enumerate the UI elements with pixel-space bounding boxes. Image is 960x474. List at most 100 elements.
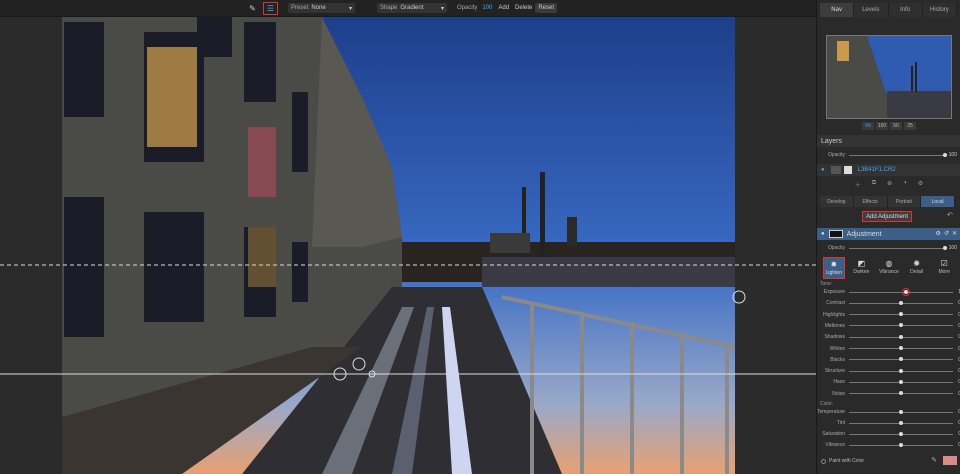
brush-label: Lighten	[825, 270, 842, 276]
adjustment-opacity-slider[interactable]	[849, 245, 947, 250]
tint-slider[interactable]	[849, 420, 953, 425]
slider-label: Temperature	[817, 409, 846, 415]
slider-value: 0	[958, 431, 960, 437]
tab-history[interactable]: History	[922, 3, 957, 17]
brush-label: Darken	[853, 269, 870, 275]
mask-layer-icon[interactable]: ◑	[903, 180, 907, 190]
slider-knob[interactable]	[899, 391, 903, 396]
canvas-area[interactable]	[0, 17, 816, 474]
gradient-tool-icon[interactable]: ☰	[263, 1, 278, 15]
slider-row-noise: Noise 0	[817, 389, 960, 399]
contrast-slider[interactable]	[849, 300, 953, 305]
shadows-slider[interactable]	[849, 334, 953, 339]
slider-knob[interactable]	[899, 300, 903, 305]
add-adjustment-button[interactable]: Add Adjustment	[862, 211, 912, 222]
brush-tool-icon[interactable]: ✎	[245, 2, 260, 15]
preset-label: Preset	[291, 5, 309, 11]
tab-local[interactable]: Local	[921, 196, 955, 207]
brush-presets: ✹ Lighten ◩ Darken ◍ Vibrance ✺ Detail ☑ More	[817, 257, 960, 279]
zoom-100-button[interactable]: 100	[876, 122, 888, 130]
slider-knob[interactable]	[899, 368, 903, 373]
undo-icon[interactable]: ↶	[947, 211, 953, 219]
settings-gear-icon[interactable]: ⚙	[936, 230, 941, 237]
slider-knob[interactable]	[899, 312, 903, 317]
slider-knob[interactable]	[943, 152, 947, 157]
slider-knob[interactable]	[899, 442, 903, 447]
temperature-slider[interactable]	[849, 409, 953, 414]
preset-value: None	[311, 5, 326, 11]
gradient-overlay[interactable]	[0, 17, 816, 474]
brush-label: Vibrance	[879, 269, 899, 275]
slider-knob[interactable]	[943, 245, 947, 250]
opacity-control[interactable]: Opacity 100	[457, 5, 495, 11]
close-icon[interactable]: ✕	[952, 230, 957, 237]
slider-knob[interactable]	[899, 334, 903, 339]
zoom-fit-button[interactable]: Fit	[862, 122, 874, 130]
paint-with-color-radio[interactable]	[821, 458, 826, 464]
slider-row-shadows: Shadows 0	[817, 332, 960, 342]
slider-knob[interactable]	[899, 420, 903, 425]
opacity-value[interactable]: 100	[482, 5, 492, 11]
tab-nav[interactable]: Nav	[820, 3, 855, 17]
slider-label: Exposure	[823, 289, 845, 295]
add-layer-icon[interactable]: ＋	[855, 180, 861, 190]
layer-name: L3B41F1.CR2	[857, 167, 896, 173]
layers-header[interactable]: Layers	[817, 135, 960, 147]
zoom-25-button[interactable]: 25	[904, 122, 916, 130]
zoom-50-button[interactable]: 50	[890, 122, 902, 130]
noise-slider[interactable]	[849, 391, 953, 396]
slider-knob[interactable]	[902, 287, 911, 296]
slider-value: 0	[958, 345, 960, 352]
midtones-slider[interactable]	[849, 323, 953, 328]
slider-knob[interactable]	[899, 357, 903, 362]
blacks-slider[interactable]	[849, 357, 953, 362]
slider-knob[interactable]	[899, 346, 903, 350]
layers-opacity-slider[interactable]	[849, 152, 947, 157]
tab-effects[interactable]: Effects	[853, 196, 888, 207]
right-panel: Nav Levels Info History Fit 100 50 25 Layers O…	[816, 0, 960, 474]
vibrance-slider[interactable]	[849, 442, 953, 447]
navigator-thumbnail[interactable]	[826, 35, 952, 119]
reset-icon[interactable]: ↺	[944, 230, 949, 237]
haze-slider[interactable]	[849, 379, 953, 384]
slider-knob[interactable]	[899, 431, 903, 436]
slider-label: Haze	[833, 379, 845, 386]
paint-with-color-row[interactable]: Paint with Color ✎	[817, 455, 960, 467]
visibility-icon[interactable]: ●	[821, 231, 825, 237]
brush-lighten[interactable]: ✹ Lighten	[822, 257, 845, 279]
color-swatch[interactable]	[943, 456, 957, 465]
visibility-icon[interactable]: ●	[821, 167, 825, 173]
preset-select[interactable]: Preset None ▾	[288, 3, 355, 13]
layer-item[interactable]: ● L3B41F1.CR2	[817, 164, 960, 176]
saturation-slider[interactable]	[849, 431, 953, 436]
tab-portrait[interactable]: Portrait	[887, 196, 922, 207]
tab-develop[interactable]: Develop	[820, 196, 854, 207]
layer-tools: ＋ ⧉ ⊕ ◑ ⚙	[817, 180, 960, 190]
duplicate-layer-icon[interactable]: ⧉	[872, 180, 876, 190]
brush-darken[interactable]: ◩ Darken	[850, 257, 872, 279]
shape-select[interactable]: Shape Gradient ▾	[377, 3, 447, 13]
whites-slider[interactable]	[849, 346, 953, 350]
merge-layer-icon[interactable]: ⊕	[887, 180, 892, 190]
chevron-down-icon: ▾	[348, 5, 352, 12]
add-button[interactable]: Add	[495, 3, 512, 13]
highlights-slider[interactable]	[849, 312, 953, 317]
reset-button[interactable]: Reset	[535, 3, 558, 13]
pen-icon[interactable]: ✎	[931, 456, 937, 464]
settings-gear-icon[interactable]: ⚙	[918, 180, 923, 190]
adjustment-header[interactable]: ● Adjustment ⚙ ↺ ✕	[817, 228, 960, 240]
slider-knob[interactable]	[899, 379, 903, 384]
brush-more[interactable]: ☑ More	[933, 257, 955, 279]
tab-info[interactable]: Info	[888, 3, 923, 17]
exposure-slider[interactable]	[849, 287, 953, 296]
slider-knob[interactable]	[899, 409, 903, 414]
tab-levels[interactable]: Levels	[854, 3, 889, 17]
brush-vibrance[interactable]: ◍ Vibrance	[878, 257, 900, 279]
mode-tabs: Develop Effects Portrait Local	[820, 196, 955, 207]
brush-detail[interactable]: ✺ Detail	[906, 257, 928, 279]
slider-knob[interactable]	[899, 323, 903, 328]
app-window: ✎ ☰ Preset None ▾ Shape Gradient ▾ Opacity…	[0, 0, 960, 474]
delete-button[interactable]: Delete	[512, 3, 535, 13]
slider-row-whites: Whites 0	[817, 344, 960, 354]
structure-slider[interactable]	[849, 368, 953, 373]
